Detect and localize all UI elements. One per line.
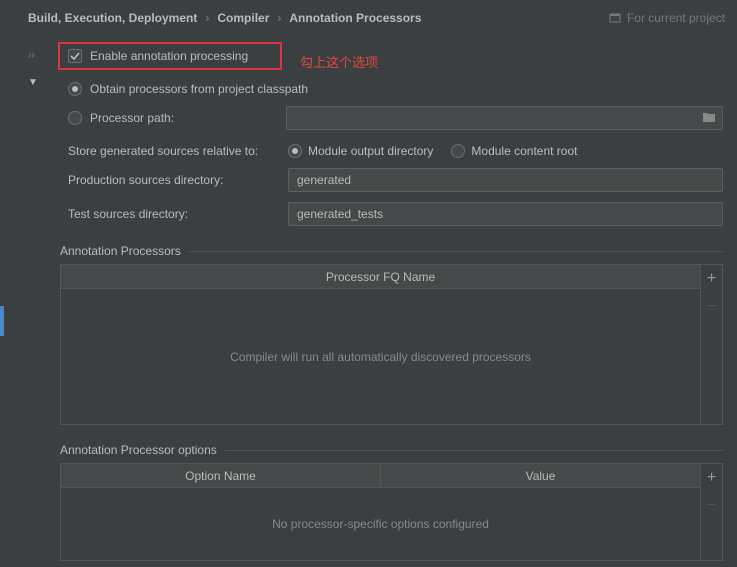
add-option-button[interactable]: + (701, 464, 722, 492)
test-dir-label: Test sources directory: (68, 207, 278, 221)
checkbox-checked-icon[interactable] (68, 49, 82, 63)
module-content-label: Module content root (471, 144, 577, 158)
breadcrumb: Build, Execution, Deployment › Compiler … (0, 0, 737, 36)
selection-indicator (0, 306, 4, 336)
enable-annotation-checkbox-row[interactable]: Enable annotation processing (58, 42, 282, 70)
radio-icon[interactable] (451, 144, 465, 158)
left-gutter: ›› ▼ (0, 36, 50, 567)
radio-selected-icon[interactable] (68, 82, 82, 96)
remove-option-button[interactable]: − (701, 492, 722, 520)
options-table: Option Name Value No processor-specific … (60, 463, 723, 561)
store-label: Store generated sources relative to: (68, 144, 278, 158)
module-output-label: Module output directory (308, 144, 433, 158)
prod-sources-row: Production sources directory: generated (68, 168, 723, 192)
processor-path-label: Processor path: (90, 111, 278, 125)
classpath-label: Obtain processors from project classpath (90, 82, 308, 96)
chevron-right-icon: › (205, 11, 209, 25)
option-name-column[interactable]: Option Name (61, 464, 381, 487)
options-empty-message: No processor-specific options configured (61, 488, 700, 560)
processor-path-radio-row[interactable]: Processor path: (68, 106, 723, 130)
store-sources-row: Store generated sources relative to: Mod… (68, 144, 723, 158)
project-scope-indicator: For current project (609, 11, 725, 25)
processors-title: Annotation Processors (60, 244, 181, 258)
project-scope-label: For current project (627, 11, 725, 25)
enable-label: Enable annotation processing (90, 49, 248, 63)
tree-expand-icon[interactable]: ▼ (28, 77, 38, 88)
chevron-right-icon: › (277, 11, 281, 25)
radio-icon[interactable] (68, 111, 82, 125)
divider (189, 251, 723, 252)
breadcrumb-leaf: Annotation Processors (289, 11, 421, 25)
option-value-column[interactable]: Value (381, 464, 700, 487)
prod-dir-value: generated (297, 173, 351, 187)
classpath-radio-row[interactable]: Obtain processors from project classpath (68, 82, 723, 96)
processors-table: Processor FQ Name Compiler will run all … (60, 264, 723, 425)
folder-icon[interactable] (702, 111, 716, 126)
prod-dir-input[interactable]: generated (288, 168, 723, 192)
module-output-radio[interactable]: Module output directory (288, 144, 433, 158)
test-dir-value: generated_tests (297, 207, 383, 221)
settings-panel: Enable annotation processing Obtain proc… (50, 36, 731, 567)
breadcrumb-compiler[interactable]: Compiler (217, 11, 269, 25)
breadcrumb-root[interactable]: Build, Execution, Deployment (28, 11, 197, 25)
divider (225, 450, 723, 451)
project-icon (609, 12, 621, 24)
module-content-radio[interactable]: Module content root (451, 144, 577, 158)
add-processor-button[interactable]: + (701, 265, 722, 293)
table-header: Option Name Value (61, 464, 700, 488)
radio-selected-icon[interactable] (288, 144, 302, 158)
options-title: Annotation Processor options (60, 443, 217, 457)
test-sources-row: Test sources directory: generated_tests (68, 202, 723, 226)
processor-path-input[interactable] (286, 106, 723, 130)
processors-empty-message: Compiler will run all automatically disc… (61, 289, 700, 424)
table-header: Processor FQ Name (61, 265, 700, 289)
fq-name-column[interactable]: Processor FQ Name (61, 265, 700, 288)
collapse-icon[interactable]: ›› (28, 50, 35, 61)
processors-section-header: Annotation Processors (60, 244, 723, 258)
prod-dir-label: Production sources directory: (68, 173, 278, 187)
test-dir-input[interactable]: generated_tests (288, 202, 723, 226)
remove-processor-button[interactable]: − (701, 293, 722, 321)
options-section-header: Annotation Processor options (60, 443, 723, 457)
